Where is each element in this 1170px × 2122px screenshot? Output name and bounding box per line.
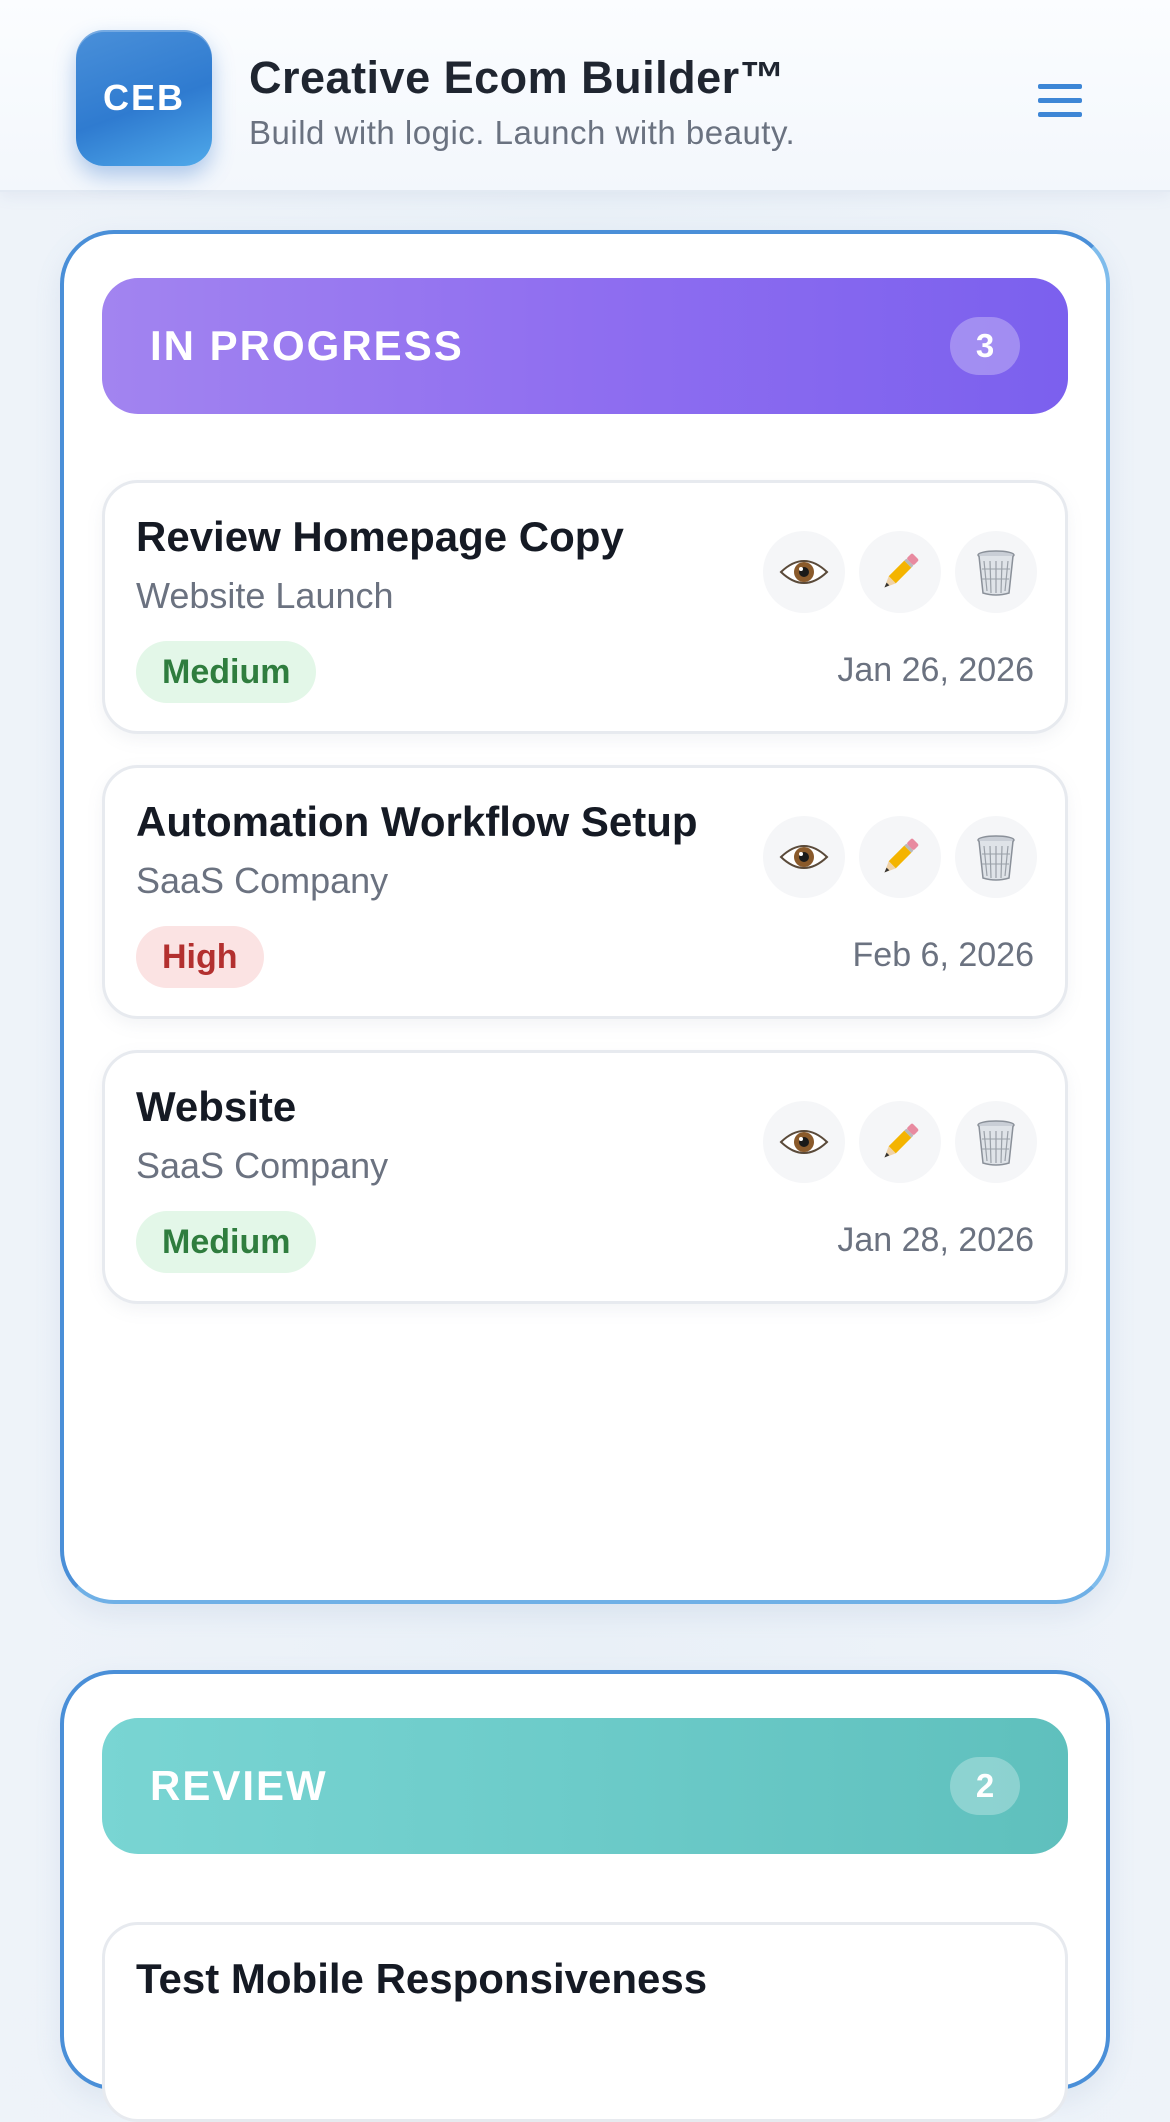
- task-due-date: Jan 28, 2026: [837, 1221, 1034, 1259]
- task-due-date: Feb 6, 2026: [852, 936, 1034, 974]
- task-due-date: Jan 26, 2026: [837, 651, 1034, 689]
- pencil-icon: [884, 1123, 919, 1158]
- priority-badge: High: [136, 926, 264, 988]
- priority-badge: Medium: [136, 1211, 317, 1273]
- pencil-icon: [884, 838, 919, 873]
- task-card[interactable]: Automation Workflow Setup SaaS Company H…: [102, 765, 1068, 1019]
- delete-task-button[interactable]: [955, 1101, 1037, 1183]
- view-task-button[interactable]: [763, 531, 845, 613]
- eye-icon: [779, 560, 829, 584]
- view-task-button[interactable]: [763, 816, 845, 898]
- priority-badge: Medium: [136, 641, 317, 703]
- column-in-progress: IN PROGRESS 3 Review Homepage Copy Websi…: [60, 230, 1110, 1604]
- task-card[interactable]: Website SaaS Company Medium Jan 28, 2026: [102, 1050, 1068, 1304]
- column-title: REVIEW: [150, 1762, 328, 1809]
- delete-task-button[interactable]: [955, 816, 1037, 898]
- task-project: Website Launch: [136, 575, 394, 616]
- edit-task-button[interactable]: [859, 1101, 941, 1183]
- eye-icon: [779, 1130, 829, 1154]
- column-header-review: REVIEW 2: [102, 1718, 1068, 1854]
- task-actions: [763, 1101, 1037, 1183]
- column-count-badge: 3: [950, 317, 1020, 375]
- trash-icon: [977, 550, 1015, 596]
- column-title: IN PROGRESS: [150, 322, 464, 369]
- task-title: Automation Workflow Setup: [136, 798, 698, 845]
- trash-icon: [977, 835, 1015, 881]
- app-subtitle: Build with logic. Launch with beauty.: [249, 114, 796, 151]
- hamburger-menu-icon[interactable]: [1034, 80, 1084, 124]
- delete-task-button[interactable]: [955, 531, 1037, 613]
- task-actions: [763, 531, 1037, 613]
- task-title: Website: [136, 1083, 297, 1130]
- view-task-button[interactable]: [763, 1101, 845, 1183]
- trash-icon: [977, 1120, 1015, 1166]
- task-project: SaaS Company: [136, 1145, 389, 1186]
- edit-task-button[interactable]: [859, 816, 941, 898]
- app-title: Creative Ecom Builder™: [249, 52, 786, 103]
- app-logo[interactable]: CEB: [76, 30, 212, 166]
- pencil-icon: [884, 553, 919, 588]
- task-title: Test Mobile Responsiveness: [136, 1955, 708, 2002]
- column-count-badge: 2: [950, 1757, 1020, 1815]
- task-card[interactable]: Review Homepage Copy Website Launch Medi…: [102, 480, 1068, 734]
- task-actions: [763, 816, 1037, 898]
- task-project: SaaS Company: [136, 860, 389, 901]
- app-header: CEB Creative Ecom Builder™ Build with lo…: [0, 0, 1170, 192]
- edit-task-button[interactable]: [859, 531, 941, 613]
- task-title: Review Homepage Copy: [136, 513, 624, 560]
- eye-icon: [779, 845, 829, 869]
- column-review: REVIEW 2 Test Mobile Responsiveness: [60, 1670, 1110, 2122]
- column-header-in-progress: IN PROGRESS 3: [102, 278, 1068, 414]
- task-card[interactable]: Test Mobile Responsiveness: [102, 1922, 1068, 2122]
